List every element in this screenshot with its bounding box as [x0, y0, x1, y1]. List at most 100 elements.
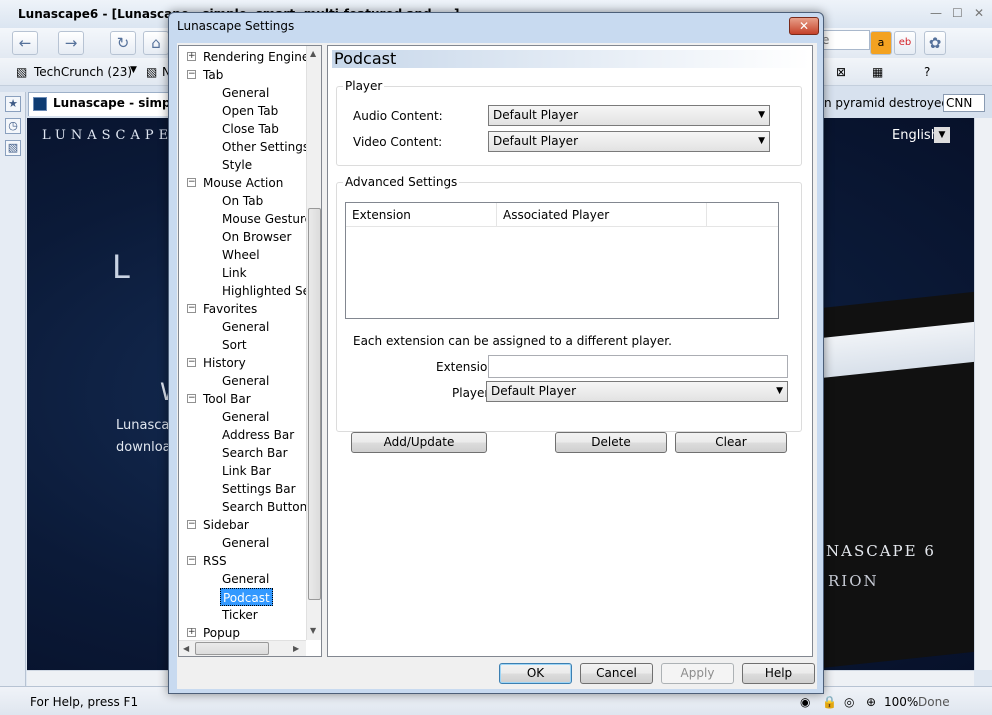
minimize-icon[interactable]: —: [930, 6, 942, 20]
tree-vertical-scrollbar[interactable]: ▲ ▼: [306, 46, 321, 640]
back-icon[interactable]: ←: [12, 31, 38, 55]
player-select[interactable]: Default Player ▼: [486, 381, 788, 402]
collapse-icon[interactable]: −: [187, 556, 196, 565]
clock-icon[interactable]: ◷: [5, 118, 21, 134]
tree-item[interactable]: Open Tab: [220, 102, 280, 120]
ebay-icon[interactable]: eb: [894, 31, 916, 55]
vertical-scrollbar[interactable]: [974, 118, 992, 670]
zoom-icon[interactable]: ⊕: [866, 695, 876, 709]
chevron-down-icon[interactable]: ▼: [934, 127, 950, 143]
tree-item[interactable]: Link: [220, 264, 249, 282]
dialog-title: Lunascape Settings: [177, 19, 295, 33]
tree-item[interactable]: RSS: [201, 552, 229, 570]
tree-item[interactable]: General: [220, 534, 271, 552]
language-label[interactable]: English: [892, 128, 939, 143]
tree-item[interactable]: General: [220, 318, 271, 336]
tree-item[interactable]: Favorites: [201, 300, 259, 318]
tree-item[interactable]: Tab: [201, 66, 225, 84]
tree-item[interactable]: Podcast: [220, 588, 273, 606]
chevron-down-icon[interactable]: ▼: [130, 65, 137, 75]
collapse-icon[interactable]: −: [187, 178, 196, 187]
favorite-item[interactable]: TechCrunch (23): [34, 65, 132, 79]
tree-item[interactable]: General: [220, 570, 271, 588]
expand-icon[interactable]: +: [187, 52, 196, 61]
scroll-right-icon[interactable]: ▶: [293, 644, 299, 653]
tree-item[interactable]: Sort: [220, 336, 249, 354]
tree-item[interactable]: Ticker: [220, 606, 260, 624]
tree-item[interactable]: General: [220, 84, 271, 102]
video-content-select[interactable]: Default Player ▼: [488, 131, 770, 152]
feed-icon: ▧: [16, 65, 28, 79]
collapse-icon[interactable]: −: [187, 304, 196, 313]
tree-horizontal-scrollbar[interactable]: ◀ ▶: [179, 640, 306, 656]
delete-button[interactable]: Delete: [555, 432, 667, 453]
tree-item[interactable]: Mouse Gesture: [220, 210, 314, 228]
tree-item[interactable]: Style: [220, 156, 254, 174]
collapse-icon[interactable]: −: [187, 358, 196, 367]
help-icon[interactable]: ?: [924, 65, 930, 79]
column-extension[interactable]: Extension: [346, 203, 497, 227]
extension-input[interactable]: [488, 355, 788, 378]
settings-tree[interactable]: + Rendering Engine − Tab General Open Tab Clos…: [178, 45, 322, 657]
tree-item[interactable]: Address Bar: [220, 426, 296, 444]
tab-lunascape[interactable]: Lunascape - simpl...: [28, 92, 170, 116]
collapse-icon[interactable]: −: [187, 394, 196, 403]
close-button[interactable]: ✕: [789, 17, 819, 35]
tree-item[interactable]: Link Bar: [220, 462, 273, 480]
tree-item[interactable]: Settings Bar: [220, 480, 298, 498]
collapse-icon[interactable]: −: [187, 70, 196, 79]
tree-item[interactable]: Tool Bar: [201, 390, 253, 408]
tree-item[interactable]: General: [220, 408, 271, 426]
scroll-thumb[interactable]: [308, 208, 321, 600]
news-source-select[interactable]: CNN: [943, 94, 985, 112]
tree-item[interactable]: General: [220, 372, 271, 390]
ok-button[interactable]: OK: [499, 663, 572, 684]
extension-list[interactable]: Extension Associated Player: [345, 202, 779, 319]
star-icon[interactable]: ★: [5, 96, 21, 112]
maximize-icon[interactable]: ☐: [952, 6, 963, 20]
tree-item[interactable]: Other Settings: [220, 138, 311, 156]
scroll-down-icon[interactable]: ▼: [310, 626, 316, 635]
home-icon[interactable]: ⌂: [143, 31, 169, 55]
add-update-button[interactable]: Add/Update: [351, 432, 487, 453]
cancel-button[interactable]: Cancel: [580, 663, 653, 684]
collapse-icon[interactable]: −: [187, 520, 196, 529]
help-button[interactable]: Help: [742, 663, 815, 684]
tree-item[interactable]: Mouse Action: [201, 174, 285, 192]
tools-icon[interactable]: ⊠: [836, 65, 846, 79]
layout-icon[interactable]: ▦: [872, 65, 883, 79]
tree-item[interactable]: Search Bar: [220, 444, 290, 462]
apply-button[interactable]: Apply: [661, 663, 734, 684]
scroll-left-icon[interactable]: ◀: [183, 644, 189, 653]
tree-item[interactable]: Highlighted Sea: [220, 282, 319, 300]
scroll-up-icon[interactable]: ▲: [310, 49, 316, 58]
tree-item[interactable]: Sidebar: [201, 516, 251, 534]
reload-icon[interactable]: ↻: [110, 31, 136, 55]
promo-text: RION: [828, 572, 879, 590]
expand-icon[interactable]: +: [187, 628, 196, 637]
news-ticker[interactable]: n pyramid destroyed: [824, 96, 949, 110]
tree-item[interactable]: On Browser: [220, 228, 294, 246]
tree-item[interactable]: Close Tab: [220, 120, 281, 138]
tree-item[interactable]: Rendering Engine: [201, 48, 311, 66]
tree-item[interactable]: On Tab: [220, 192, 265, 210]
close-icon[interactable]: ✕: [974, 6, 984, 20]
column-associated-player[interactable]: Associated Player: [497, 203, 707, 227]
clear-button[interactable]: Clear: [675, 432, 787, 453]
hint-text: Each extension can be assigned to a diff…: [353, 334, 672, 348]
feed-icon[interactable]: ▧: [5, 140, 21, 156]
eye-icon[interactable]: ◎: [844, 695, 854, 709]
news-source-label: CNN: [946, 96, 973, 110]
scroll-thumb[interactable]: [195, 642, 269, 655]
forward-icon[interactable]: →: [58, 31, 84, 55]
lock-icon: 🔒: [822, 695, 837, 709]
lunascape-icon[interactable]: ✿: [924, 31, 946, 55]
search-input[interactable]: e: [818, 30, 870, 50]
tree-item[interactable]: Wheel: [220, 246, 262, 264]
audio-content-select[interactable]: Default Player ▼: [488, 105, 770, 126]
tree-item[interactable]: Search Button: [220, 498, 309, 516]
feed-icon: ▧: [146, 65, 158, 79]
amazon-icon[interactable]: a: [870, 31, 892, 55]
tree-item[interactable]: History: [201, 354, 248, 372]
zoom-level[interactable]: 100%: [884, 695, 918, 709]
